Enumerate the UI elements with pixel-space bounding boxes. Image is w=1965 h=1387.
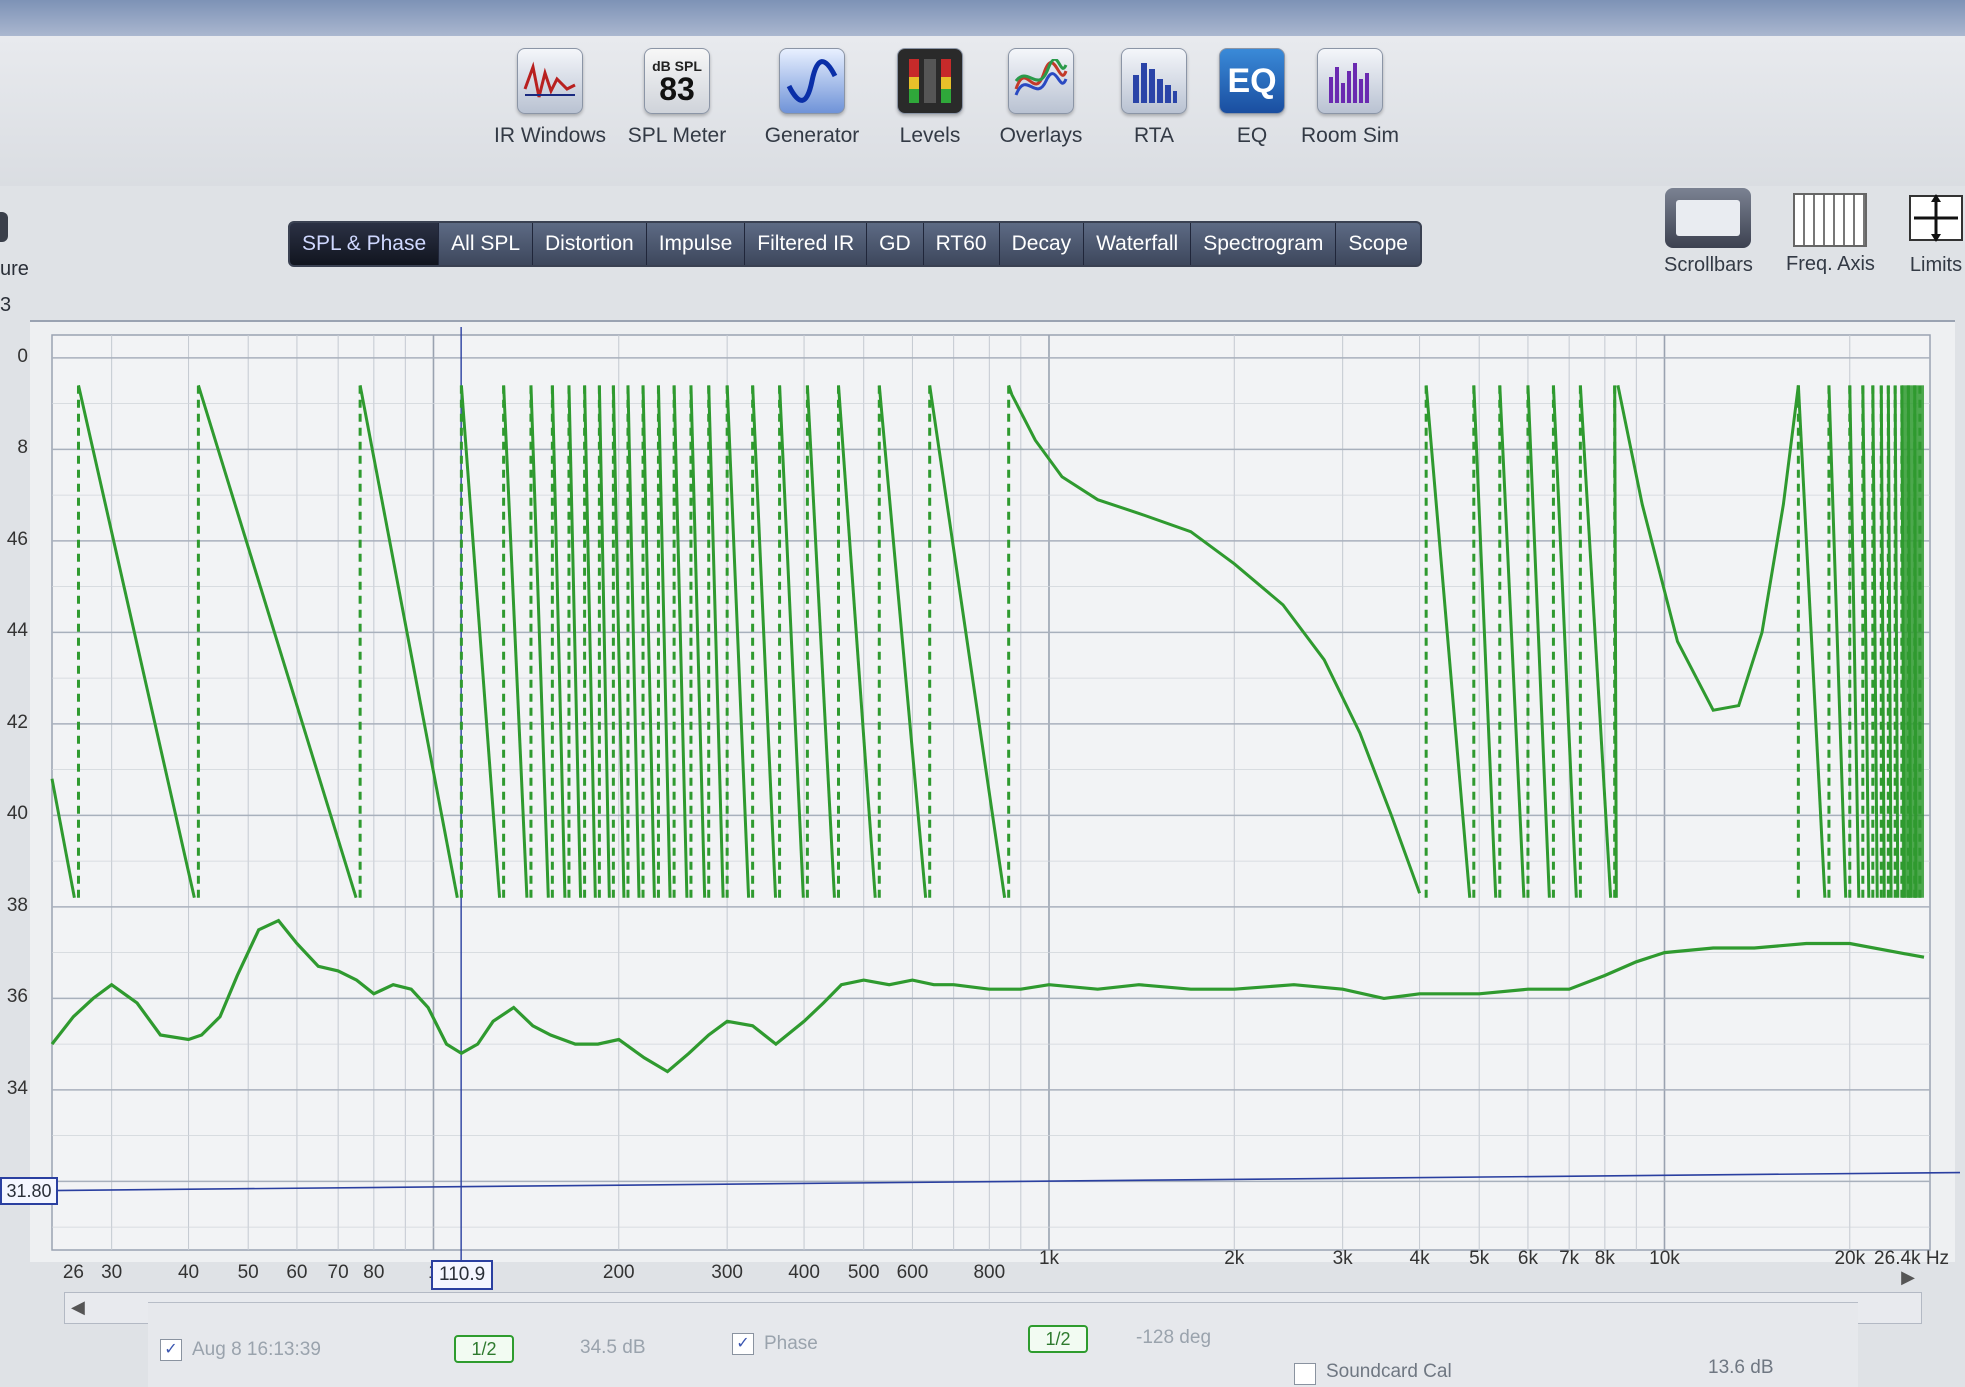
x-tick-label: 3k xyxy=(1332,1248,1353,1269)
legend-phase-value: -128 deg xyxy=(1136,1327,1212,1348)
scroll-left-icon[interactable]: ◀ xyxy=(71,1297,85,1318)
x-tick-label: 30 xyxy=(101,1262,123,1283)
x-tick-label: 50 xyxy=(237,1262,259,1283)
legend-entry1-value: 34.5 dB xyxy=(580,1337,646,1358)
legend-entry1-smoothing[interactable]: 1/2 xyxy=(454,1335,514,1363)
x-tick-label: 2k xyxy=(1224,1248,1245,1269)
y-tick-label: 34 xyxy=(6,1077,28,1099)
x-tick-label: 600 xyxy=(896,1262,929,1283)
y-tick-label: 40 xyxy=(6,803,28,825)
x-tick-label: 400 xyxy=(788,1262,820,1283)
x-tick-label: 80 xyxy=(363,1262,385,1283)
x-tick-label: 5k xyxy=(1469,1248,1490,1269)
y-tick-label: 44 xyxy=(6,620,28,642)
y-tick-label: 42 xyxy=(6,711,28,733)
scroll-right-icon[interactable]: ▶ xyxy=(1901,1267,1915,1288)
soundcard-cal-checkbox[interactable] xyxy=(1294,1363,1316,1385)
x-tick-label: 20k xyxy=(1834,1248,1866,1269)
x-tick-label: 10k xyxy=(1649,1248,1680,1269)
x-tick-label: 1k xyxy=(1038,1248,1060,1269)
x-tick-label: 4k xyxy=(1409,1248,1430,1269)
soundcard-cal-value: 13.6 dB xyxy=(1708,1357,1774,1378)
spl-phase-chart[interactable] xyxy=(0,0,1965,1386)
x-tick-label: 60 xyxy=(286,1262,308,1283)
y-tick-label: 36 xyxy=(6,986,28,1008)
legend-entry1-label: Aug 8 16:13:39 xyxy=(192,1339,321,1360)
cursor-frequency-readout[interactable]: 110.9 xyxy=(431,1260,494,1290)
x-tick-label: 7k xyxy=(1559,1248,1580,1269)
x-tick-label: 800 xyxy=(973,1262,1006,1283)
x-tick-label: 8k xyxy=(1594,1248,1615,1269)
phase-dense-region xyxy=(1901,385,1924,898)
y-tick-label: 8 xyxy=(17,437,28,459)
x-tick-label: 70 xyxy=(327,1262,349,1283)
legend-entry1-checkbox[interactable]: ✓ xyxy=(160,1339,182,1361)
legend-phase-smoothing[interactable]: 1/2 xyxy=(1028,1325,1088,1353)
phase-segment xyxy=(1613,385,1618,898)
legend-phase-checkbox[interactable]: ✓ xyxy=(732,1333,754,1355)
legend-panel: ✓ Aug 8 16:13:39 1/2 34.5 dB ✓ Phase 1/2… xyxy=(148,1302,1858,1387)
soundcard-cal-label: Soundcard Cal xyxy=(1326,1361,1452,1382)
x-tick-label: 500 xyxy=(847,1262,880,1283)
x-tick-label: 300 xyxy=(711,1262,743,1283)
x-tick-label: 26 xyxy=(62,1262,84,1283)
x-tick-label: 6k xyxy=(1517,1248,1538,1269)
x-tick-label: 40 xyxy=(177,1262,200,1283)
plot-area xyxy=(51,334,1931,1251)
level-marker-readout[interactable]: 31.80 xyxy=(0,1176,58,1205)
y-tick-label: 38 xyxy=(6,894,28,916)
legend-phase-label: Phase xyxy=(764,1333,818,1354)
y-tick-label: 46 xyxy=(6,528,28,550)
x-tick-label: 200 xyxy=(602,1262,635,1283)
y-tick-label: 0 xyxy=(17,345,28,367)
